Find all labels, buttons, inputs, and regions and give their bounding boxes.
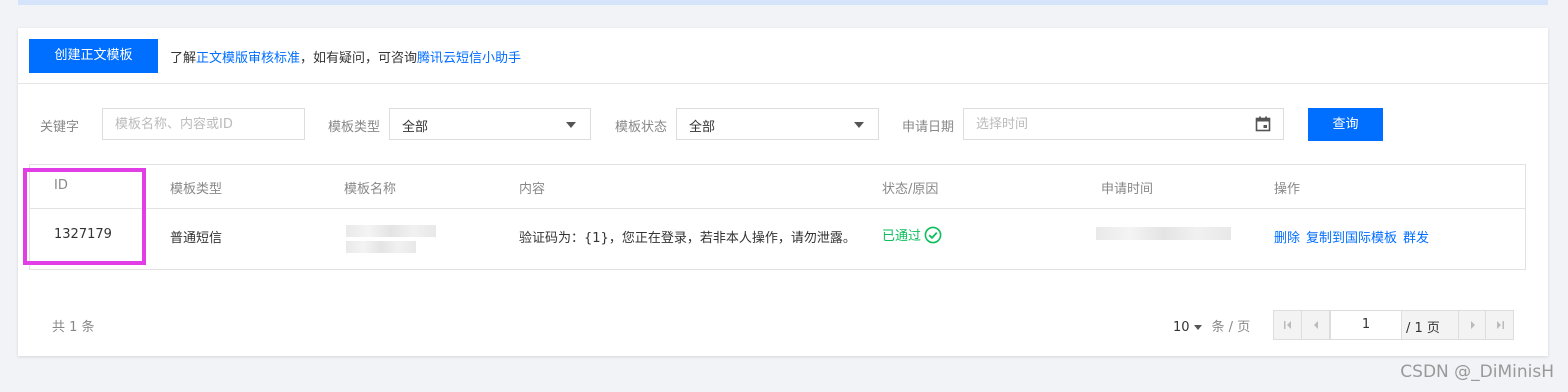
date-input[interactable] xyxy=(964,109,1283,139)
type-label: 模板类型 xyxy=(328,120,381,135)
review-standard-link[interactable]: 正文模版审核标准 xyxy=(196,51,300,66)
template-table: ID 模板类型 模板名称 内容 状态/原因 申请时间 操作 1327179 普通… xyxy=(29,164,1526,270)
review-tip: 了解正文模版审核标准，如有疑问，可咨询腾讯云短信小助手 xyxy=(170,47,521,66)
column-header-content: 内容 xyxy=(519,182,546,197)
cell-content: 验证码为：{1}，您正在登录，若非本人操作，请勿泄露。 xyxy=(519,231,856,246)
date-picker[interactable] xyxy=(963,108,1284,140)
date-label: 申请日期 xyxy=(902,120,955,135)
page-size-value: 10 xyxy=(1173,320,1190,335)
chevron-left-icon xyxy=(1314,321,1318,329)
pager: 1 / 1 页 xyxy=(1273,310,1514,340)
status-select-value: 全部 xyxy=(689,120,716,135)
column-header-name: 模板名称 xyxy=(344,182,397,197)
tip-prefix: 了解 xyxy=(170,51,197,66)
type-select[interactable]: 全部 xyxy=(389,108,591,140)
delete-link[interactable]: 删除 xyxy=(1274,231,1300,246)
keyword-input[interactable] xyxy=(103,109,304,139)
template-list-card: 创建正文模板 了解正文模版审核标准，如有疑问，可咨询腾讯云短信小助手 关键字 模… xyxy=(18,28,1548,356)
sms-assistant-link[interactable]: 腾讯云短信小助手 xyxy=(417,51,521,66)
column-header-apply-time: 申请时间 xyxy=(1101,182,1154,197)
id-highlight-annotation xyxy=(23,168,146,265)
first-page-button[interactable] xyxy=(1274,311,1302,339)
total-pages: / 1 页 xyxy=(1406,321,1440,336)
page-size-unit: 条 / 页 xyxy=(1211,320,1251,335)
keyword-label: 关键字 xyxy=(40,120,80,135)
table-row: 1327179 普通短信 验证码为：{1}，您正在登录，若非本人操作，请勿泄露。… xyxy=(30,209,1525,270)
column-header-type: 模板类型 xyxy=(170,182,223,197)
top-notice-band xyxy=(18,0,1548,5)
page-number-input[interactable]: 1 xyxy=(1330,311,1402,339)
create-template-button[interactable]: 创建正文模板 xyxy=(29,39,158,73)
keyword-field[interactable] xyxy=(102,108,305,140)
prev-page-button[interactable] xyxy=(1302,311,1330,339)
redacted-apply-time xyxy=(1096,227,1231,240)
cell-actions: 删除 复制到国际模板 群发 xyxy=(1274,227,1435,246)
redacted-template-name-line2 xyxy=(346,241,416,253)
chevron-down-icon xyxy=(1193,325,1202,330)
total-count: 共 1 条 xyxy=(52,320,95,335)
cell-type: 普通短信 xyxy=(170,231,223,246)
mass-send-link[interactable]: 群发 xyxy=(1403,231,1429,246)
type-select-value: 全部 xyxy=(402,120,429,135)
copy-to-international-link[interactable]: 复制到国际模板 xyxy=(1306,231,1397,246)
column-header-actions: 操作 xyxy=(1274,182,1301,197)
column-header-status: 状态/原因 xyxy=(882,182,939,197)
calendar-icon[interactable] xyxy=(1255,116,1271,132)
query-button[interactable]: 查询 xyxy=(1308,108,1383,141)
page-size-select[interactable]: 10 条 / 页 xyxy=(1173,316,1250,335)
chevron-down-icon xyxy=(566,122,576,128)
chevron-right-icon xyxy=(1471,321,1475,329)
chevron-down-icon xyxy=(854,122,864,128)
status-label: 模板状态 xyxy=(615,120,668,135)
cell-status: 已通过 xyxy=(882,225,942,244)
status-select[interactable]: 全部 xyxy=(676,108,879,140)
last-page-icon xyxy=(1497,321,1504,329)
toolbar: 创建正文模板 了解正文模版审核标准，如有疑问，可咨询腾讯云短信小助手 xyxy=(18,28,1548,84)
check-circle-icon xyxy=(924,226,942,244)
status-text: 已通过 xyxy=(882,229,922,244)
table-header: ID 模板类型 模板名称 内容 状态/原因 申请时间 操作 xyxy=(30,165,1525,209)
tip-middle: ，如有疑问，可咨询 xyxy=(300,51,418,66)
first-page-icon xyxy=(1284,321,1291,329)
next-page-button[interactable] xyxy=(1458,311,1486,339)
redacted-template-name xyxy=(346,225,436,237)
last-page-button[interactable] xyxy=(1486,311,1514,339)
watermark: CSDN @_DiMinisH xyxy=(1400,362,1554,382)
